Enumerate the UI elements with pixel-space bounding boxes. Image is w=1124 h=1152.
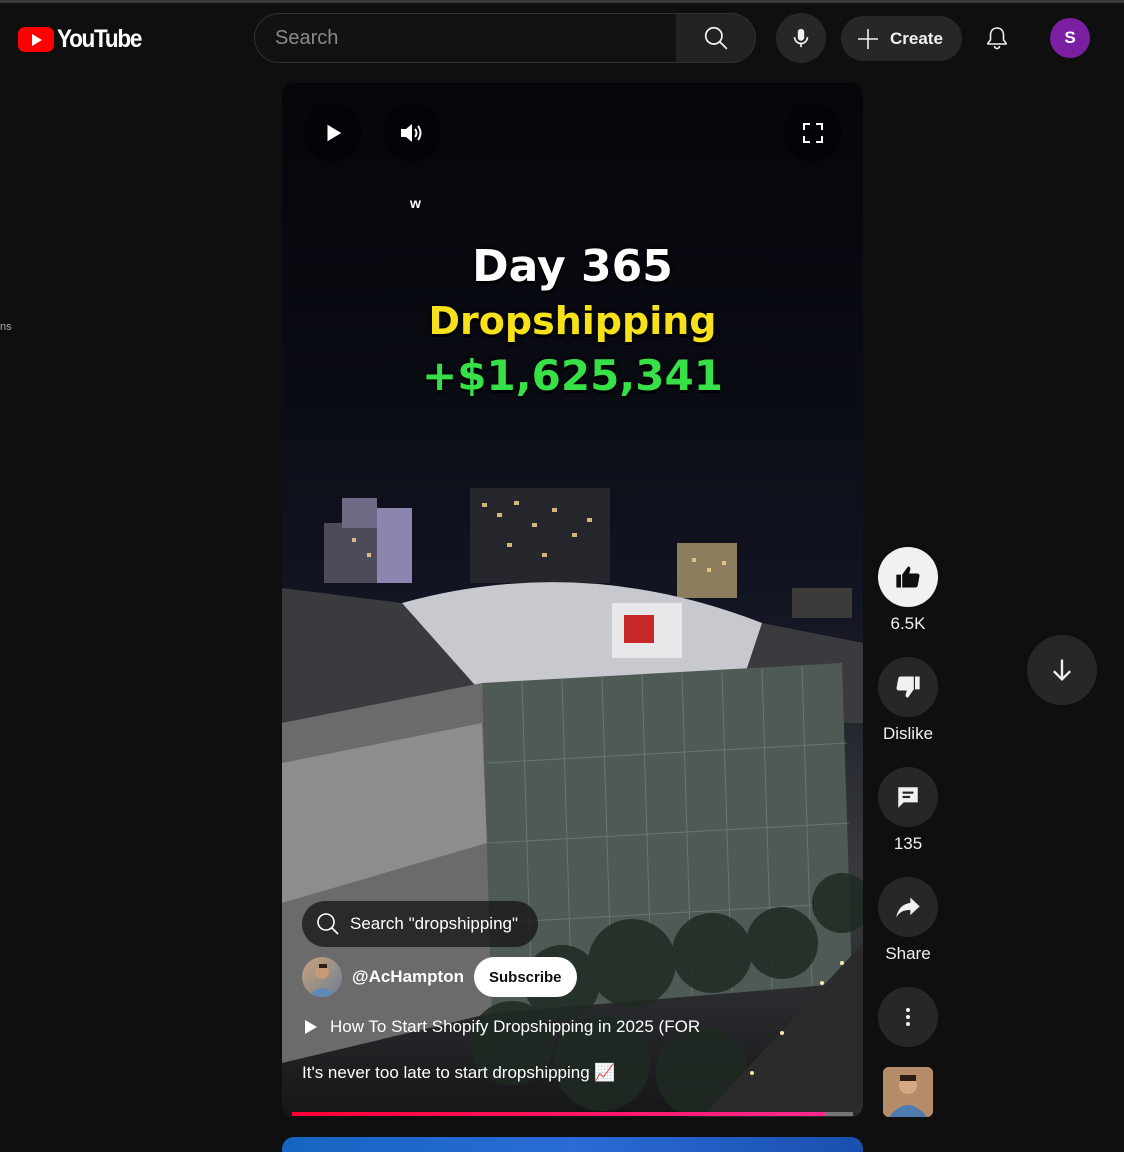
caption-day: Day 365 bbox=[472, 241, 673, 292]
create-label: Create bbox=[890, 28, 943, 48]
comment-count: 135 bbox=[893, 834, 923, 853]
dislike-label: Dislike bbox=[882, 724, 934, 743]
search-icon bbox=[317, 913, 339, 935]
create-button[interactable]: Create bbox=[841, 16, 962, 61]
dislike-button[interactable] bbox=[878, 657, 938, 717]
progress-fill bbox=[292, 1112, 825, 1116]
share-icon bbox=[896, 897, 920, 918]
top-border bbox=[0, 0, 1124, 3]
fullscreen-button[interactable] bbox=[784, 104, 842, 162]
shorts-player[interactable]: w Day 365 Dropshipping +$1,625,341 Searc… bbox=[282, 83, 863, 1117]
caption-amount: +$1,625,341 bbox=[422, 351, 723, 400]
more-vert-icon bbox=[906, 1008, 910, 1026]
logo-text: YouTube bbox=[57, 25, 142, 53]
search-button[interactable] bbox=[676, 13, 756, 63]
dislike-action: Dislike bbox=[878, 657, 938, 744]
comment-button[interactable] bbox=[878, 767, 938, 827]
video-description[interactable]: It's never too late to start dropshippin… bbox=[302, 1063, 616, 1083]
search-suggestion-chip[interactable]: Search "dropshipping" bbox=[302, 901, 539, 947]
arrow-down-icon bbox=[1053, 659, 1071, 681]
next-video-button[interactable] bbox=[1027, 635, 1097, 705]
more-action bbox=[878, 987, 938, 1047]
play-button[interactable] bbox=[304, 104, 362, 162]
notifications-button[interactable] bbox=[975, 16, 1019, 60]
search-box[interactable] bbox=[254, 13, 677, 63]
youtube-logo[interactable]: YouTube bbox=[18, 25, 150, 54]
person-photo-icon bbox=[308, 964, 336, 997]
share-button[interactable] bbox=[878, 877, 938, 937]
related-video-link[interactable]: How To Start Shopify Dropshipping in 202… bbox=[304, 1017, 700, 1037]
search-icon bbox=[704, 26, 727, 50]
volume-icon bbox=[401, 124, 422, 142]
share-action: Share bbox=[878, 877, 938, 964]
search-input[interactable] bbox=[275, 26, 676, 50]
progress-bar[interactable] bbox=[292, 1112, 853, 1116]
account-avatar[interactable]: S bbox=[1050, 18, 1090, 58]
like-action: 6.5K bbox=[878, 547, 938, 634]
more-options-button[interactable] bbox=[878, 987, 938, 1047]
sidebar-edge-text: ns bbox=[0, 321, 12, 333]
related-video-title: How To Start Shopify Dropshipping in 202… bbox=[330, 1017, 701, 1036]
voice-search-button[interactable] bbox=[776, 13, 826, 63]
volume-button[interactable] bbox=[383, 104, 441, 162]
comment-icon bbox=[898, 787, 918, 808]
channel-avatar[interactable] bbox=[302, 957, 342, 997]
caption-topic: Dropshipping bbox=[428, 299, 717, 343]
plus-icon bbox=[858, 28, 878, 49]
person-photo-icon bbox=[883, 1067, 933, 1117]
next-short-preview[interactable] bbox=[282, 1137, 863, 1152]
sound-thumbnail[interactable] bbox=[883, 1067, 933, 1117]
play-icon bbox=[327, 124, 342, 142]
search-chip-label: Search "dropshipping" bbox=[350, 914, 519, 933]
thumbs-up-icon bbox=[896, 566, 920, 588]
thumbs-down-icon bbox=[896, 676, 920, 698]
like-count: 6.5K bbox=[890, 614, 926, 633]
youtube-logo-icon bbox=[18, 27, 54, 52]
channel-row: @AcHampton Subscribe bbox=[302, 957, 577, 997]
share-label: Share bbox=[885, 944, 931, 963]
comment-action: 135 bbox=[878, 767, 938, 854]
like-button[interactable] bbox=[878, 547, 938, 607]
mic-icon bbox=[793, 28, 809, 48]
play-icon bbox=[305, 1020, 317, 1034]
overlay-letter: w bbox=[410, 195, 421, 211]
bell-icon bbox=[987, 27, 1007, 50]
channel-handle[interactable]: @AcHampton bbox=[352, 967, 464, 987]
subscribe-button[interactable]: Subscribe bbox=[473, 957, 577, 997]
fullscreen-icon bbox=[803, 123, 823, 143]
